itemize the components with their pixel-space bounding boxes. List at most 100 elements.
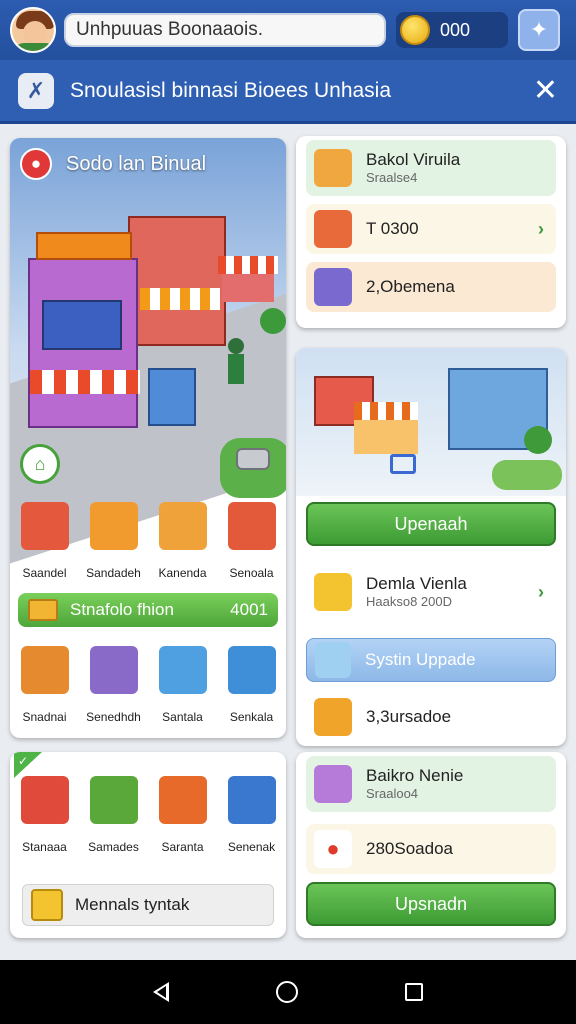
stock-bar-label: Stnafolo fhion: [70, 600, 174, 619]
upgrade-button-bottom-label: Upsnadn: [394, 893, 468, 914]
kiosk: [218, 256, 278, 302]
resource-item-3-text: 2,Obemena: [366, 276, 455, 296]
search-field[interactable]: Unhpuuas Boonaaois.: [64, 13, 386, 47]
jar-icon: [315, 642, 351, 678]
bonus-item-text: Baikro Nenie Sraaloo4: [366, 766, 463, 802]
building-item[interactable]: Kanenda: [150, 502, 216, 580]
back-icon[interactable]: [153, 982, 170, 1002]
menu-row[interactable]: Mennals tyntak: [22, 884, 274, 926]
system-upgrade-button[interactable]: Systin Uppade: [306, 638, 556, 682]
decor-item[interactable]: Samades: [81, 776, 147, 854]
chevron-right-icon: ›: [538, 218, 544, 239]
store-badge-icon: ●: [20, 148, 52, 180]
market-scene-illustration: [296, 348, 566, 496]
market-stall-icon: [20, 502, 69, 550]
awning-stall-icon: [89, 502, 138, 550]
resource-item-1[interactable]: Bakol Viruila Sraalse4: [306, 140, 556, 196]
shopping-cart-icon: [227, 502, 276, 550]
tree-icon: [260, 308, 286, 334]
bonus-card: Baikro Nenie Sraaloo4 ● 280Soadoa Upsnad…: [296, 752, 566, 938]
back-building: [128, 216, 226, 346]
building-row-2: Snadnai Senedhdh Santala Senkala: [10, 646, 286, 724]
building-item[interactable]: Sandadeh: [81, 502, 147, 580]
bonus-value-text: 280Soadoa: [366, 838, 453, 858]
item-label: Stanaaa: [22, 840, 67, 854]
building-item[interactable]: Saandel: [12, 502, 78, 580]
upgrade-button[interactable]: Upenaah: [306, 502, 556, 546]
gold-crate-icon: [314, 573, 352, 611]
lamp-icon: [158, 776, 207, 824]
system-upgrade-label: Systin Uppade: [365, 650, 476, 669]
building-item[interactable]: Senkala: [219, 646, 285, 724]
building-row-1: Saandel Sandadeh Kanenda Senoala: [10, 502, 286, 580]
close-button[interactable]: ✕: [533, 75, 558, 106]
decor-item[interactable]: Saranta: [150, 776, 216, 854]
stock-bar-value: 4001: [230, 600, 268, 619]
building-item[interactable]: Senedhdh: [81, 646, 147, 724]
bonus-item-title: Baikro Nenie: [366, 766, 464, 785]
item-label: Saranta: [161, 840, 204, 854]
player-avatar[interactable]: [10, 7, 56, 53]
magic-icon: [314, 765, 352, 803]
vending-machine: [148, 368, 196, 426]
check-icon: ✓: [14, 752, 42, 778]
search-text: Unhpuuas Boonaaois.: [76, 19, 263, 40]
value-item[interactable]: 3,3ursadoe: [306, 692, 556, 742]
car-icon: [236, 448, 270, 470]
stock-bar[interactable]: Stnafolo fhion 4001: [18, 593, 278, 627]
item-label: Senedhdh: [86, 710, 141, 724]
upgrade-card: Upenaah Demla Vienla Haakso8 200D › Syst…: [296, 348, 566, 746]
bonus-item[interactable]: Baikro Nenie Sraaloo4: [306, 756, 556, 812]
building-item[interactable]: Snadnai: [12, 646, 78, 724]
upgrade-item-title: Demla Vienla: [366, 574, 467, 593]
system-navbar: [0, 960, 576, 1024]
upgrade-button-bottom[interactable]: Upsnadn: [306, 882, 556, 926]
item-label: Sandadeh: [86, 566, 141, 580]
upgrade-button-label: Upenaah: [394, 513, 468, 534]
item-label: Kanenda: [158, 566, 207, 580]
recents-icon[interactable]: [404, 983, 423, 1001]
shop-card: ● Sodo lan Binual ⌂ Saandel Sandadeh Kan…: [10, 138, 286, 738]
decor-item[interactable]: Stanaaa: [12, 776, 78, 854]
vending-box-icon: [158, 502, 207, 550]
resource-item-2[interactable]: T 0300 ›: [306, 204, 556, 254]
item-label: Saandel: [22, 566, 67, 580]
shop-scene-illustration[interactable]: ● Sodo lan Binual ⌂: [10, 138, 286, 570]
ticket-icon: [314, 698, 352, 736]
items-card: ✓ Stanaaa Samades Saranta Senenak Mennal…: [10, 752, 286, 938]
item-label: Santala: [162, 710, 203, 724]
resource-item-1-title: Bakol Viruila: [366, 150, 461, 169]
items-row: Stanaaa Samades Saranta Senenak: [10, 776, 286, 854]
home-icon[interactable]: ⌂: [20, 444, 60, 484]
item-label: Snadnai: [22, 710, 67, 724]
cube-icon: [314, 268, 352, 306]
building-item[interactable]: Senoala: [219, 502, 285, 580]
resource-item-3[interactable]: 2,Obemena: [306, 262, 556, 312]
tools-button[interactable]: ✦: [518, 9, 560, 51]
bonus-value[interactable]: ● 280Soadoa: [306, 824, 556, 874]
upgrade-item[interactable]: Demla Vienla Haakso8 200D ›: [306, 562, 556, 622]
shopper-figure: [228, 338, 244, 384]
display-cart-icon: [227, 646, 276, 694]
coin-counter[interactable]: 000: [396, 12, 508, 48]
top-status-bar: Unhpuuas Boonaaois. 000 ✦: [0, 0, 576, 60]
bonus-item-sub: Sraaloo4: [366, 786, 419, 802]
home-nav-icon[interactable]: [275, 981, 298, 1003]
item-label: Senenak: [227, 840, 276, 854]
chevron-right-icon: ›: [538, 581, 544, 602]
dialog-title: Snoulasisl binnasi Bioees Unhasia: [70, 78, 392, 102]
resource-item-2-text: T 0300: [366, 218, 419, 238]
main-building: [28, 232, 140, 428]
house-icon: [314, 149, 352, 187]
value-item-text: 3,3ursadoe: [366, 706, 452, 726]
shop-title-text: Sodo lan Binual: [66, 152, 207, 175]
cart-icon: [158, 646, 207, 694]
basket-cart-icon: [227, 776, 276, 824]
decor-item[interactable]: Senenak: [219, 776, 285, 854]
building-item[interactable]: Santala: [150, 646, 216, 724]
tools-icon: ✗: [18, 72, 54, 109]
crate-icon: [20, 646, 69, 694]
gold-box-icon: [31, 889, 63, 921]
dialog-titlebar: ✗ Snoulasisl binnasi Bioees Unhasia ✕: [0, 60, 576, 124]
item-label: Senkala: [229, 710, 274, 724]
